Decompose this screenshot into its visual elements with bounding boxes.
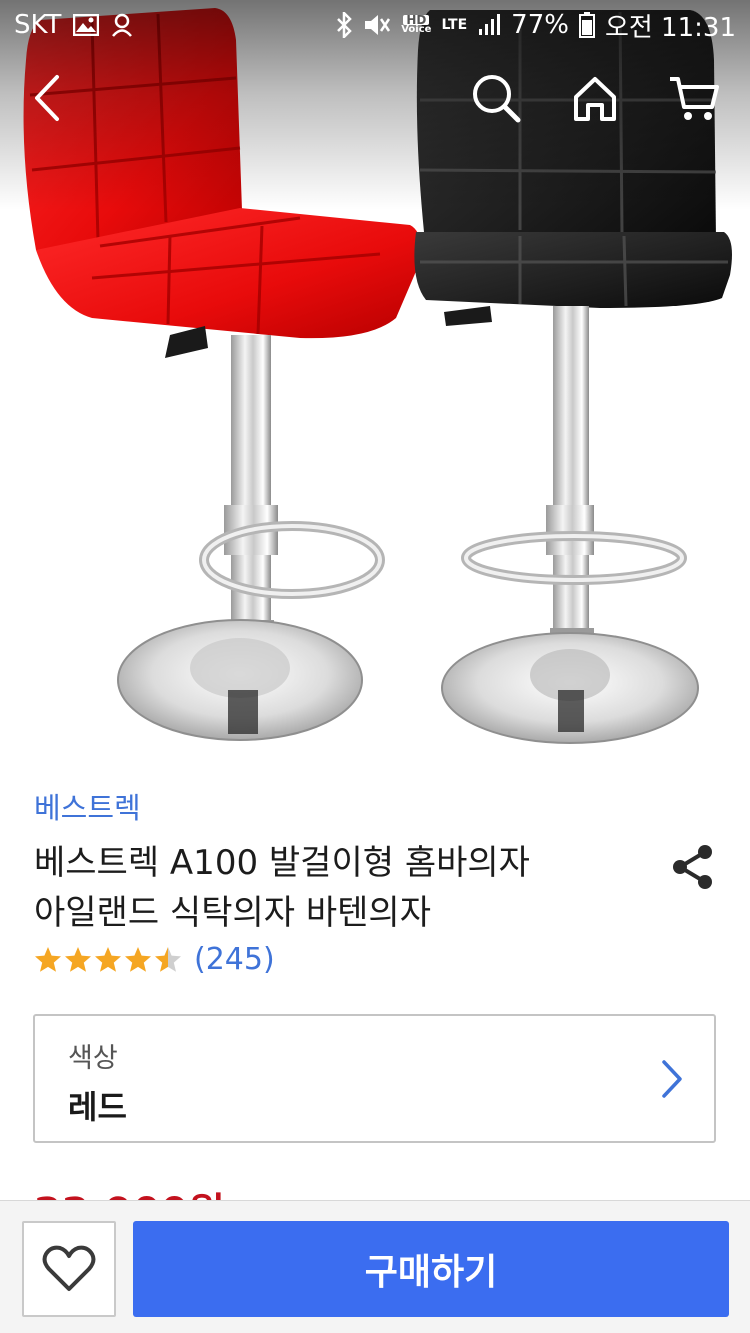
share-icon (673, 845, 712, 889)
clock: 오전 11:31 (604, 12, 736, 43)
product-title: 베스트렉 A100 발걸이형 홈바의자 아일랜드 식탁의자 바텐의자 (34, 838, 634, 938)
back-button[interactable] (20, 70, 76, 126)
product-image[interactable] (0, 0, 750, 765)
search-icon (473, 75, 521, 123)
search-button[interactable] (468, 70, 524, 126)
bottom-action-bar: 구매하기 (0, 1200, 750, 1333)
product-title-line1: 베스트렉 A100 발걸이형 홈바의자 (34, 843, 530, 883)
wishlist-button[interactable] (22, 1221, 116, 1317)
gallery-icon (73, 14, 100, 36)
chevron-right-icon (652, 1056, 692, 1102)
status-bar: SKT HD Voice LTE 77% 오전 11:31 (0, 0, 750, 50)
battery-icon (578, 12, 595, 38)
rating-row[interactable]: (245) (34, 942, 275, 977)
option-label: 색상 (68, 1043, 118, 1074)
bluetooth-icon (335, 12, 353, 38)
battery-percent: 77% (511, 10, 569, 40)
buy-button[interactable]: 구매하기 (133, 1221, 729, 1317)
account-icon (111, 13, 133, 37)
brand-link[interactable]: 베스트렉 (34, 785, 141, 827)
star-icon (95, 947, 121, 972)
star-icon (155, 947, 181, 972)
star-icon (65, 947, 91, 972)
color-option-selector[interactable]: 색상 레드 (33, 1014, 716, 1143)
option-value: 레드 (68, 1088, 127, 1126)
signal-icon (477, 13, 501, 37)
mute-icon (363, 12, 391, 38)
product-title-line2: 아일랜드 식탁의자 바텐의자 (34, 893, 431, 933)
rating-stars (34, 946, 182, 973)
share-button[interactable] (666, 840, 720, 894)
review-count[interactable]: (245) (194, 942, 275, 977)
star-icon (35, 947, 61, 972)
cart-icon (670, 77, 719, 120)
product-detail-page: SKT HD Voice LTE 77% 오전 11:31 베스트렉 베스트렉 … (0, 0, 750, 1333)
star-icon (125, 947, 151, 972)
home-icon (574, 77, 616, 121)
cart-button[interactable] (666, 70, 722, 126)
home-button[interactable] (567, 70, 623, 126)
network-type: LTE (441, 17, 468, 33)
heart-icon (42, 1245, 96, 1291)
back-icon (35, 75, 59, 121)
hd-voice-bottom: Voice (401, 24, 432, 35)
hd-voice-badge: HD Voice (401, 14, 432, 35)
carrier-label: SKT (14, 10, 62, 40)
